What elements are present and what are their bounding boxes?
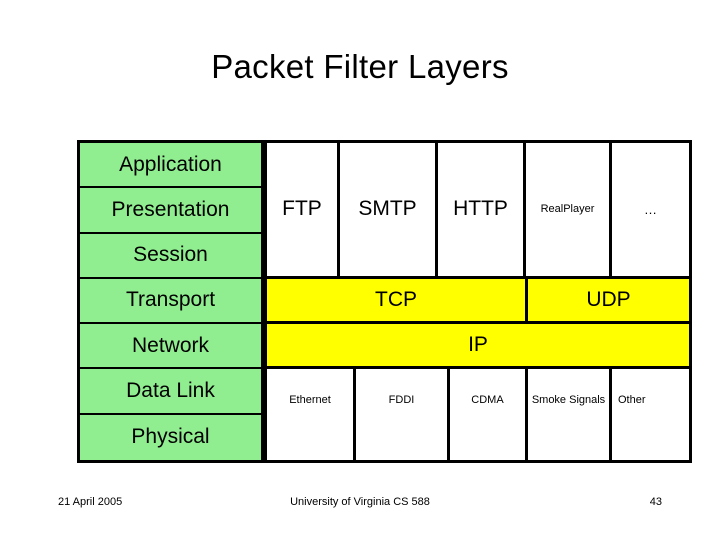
protocol-band-network: IP xyxy=(267,324,689,370)
osi-layer-transport: Transport xyxy=(80,278,261,325)
protocol-label: IP xyxy=(468,333,488,357)
osi-layer-label: Transport xyxy=(125,288,216,312)
protocol-label: Other xyxy=(618,394,646,407)
protocol-label: TCP xyxy=(375,288,417,312)
osi-layer-network: Network xyxy=(80,324,261,370)
protocol-band-application: FTP SMTP HTTP RealPlayer … xyxy=(267,143,689,279)
protocol-cell-udp: UDP xyxy=(528,278,689,322)
protocol-cell-other: Other xyxy=(612,369,689,460)
osi-layer-label: Network xyxy=(131,333,210,357)
slide-footer: 21 April 2005 University of Virginia CS … xyxy=(0,496,720,516)
osi-layer-data-link: Data Link xyxy=(80,369,261,415)
protocol-label: … xyxy=(644,201,657,217)
osi-layer-label: Session xyxy=(133,243,208,267)
protocol-cell-fddi: FDDI xyxy=(356,369,450,460)
osi-layer-application: Application xyxy=(80,143,261,189)
protocol-label: FDDI xyxy=(388,394,415,407)
protocol-label: FTP xyxy=(282,197,322,221)
protocol-label: RealPlayer xyxy=(540,203,595,216)
footer-page-number: 43 xyxy=(649,496,662,508)
protocol-cell-ellipsis: … xyxy=(612,143,689,276)
osi-layer-label: Presentation xyxy=(111,197,230,221)
protocol-cell-smoke-signals: Smoke Signals xyxy=(528,369,612,460)
osi-layer-presentation: Presentation xyxy=(80,188,261,234)
protocol-label: UDP xyxy=(586,288,631,312)
packet-filter-layers-diagram: Application Presentation Session Transpo… xyxy=(77,140,692,463)
protocol-cell-smtp: SMTP xyxy=(340,143,438,276)
protocol-cell-ethernet: Ethernet xyxy=(267,369,356,460)
protocol-label: Smoke Signals xyxy=(531,394,606,407)
protocol-cell-ip: IP xyxy=(267,324,689,367)
protocol-cell-http: HTTP xyxy=(438,143,526,276)
protocol-label: Ethernet xyxy=(289,394,331,407)
protocol-label: SMTP xyxy=(358,197,417,221)
protocol-label: HTTP xyxy=(453,197,508,221)
footer-course-name: University of Virginia CS 588 xyxy=(290,496,430,508)
page-title: Packet Filter Layers xyxy=(211,48,509,85)
osi-layer-session: Session xyxy=(80,233,261,279)
protocol-band-transport: TCP UDP xyxy=(267,278,689,325)
osi-layer-label: Application xyxy=(119,152,222,176)
osi-layer-label: Physical xyxy=(131,425,210,449)
protocol-cell-ftp: FTP xyxy=(267,143,340,276)
protocol-cell-realplayer: RealPlayer xyxy=(526,143,612,276)
protocol-cell-tcp: TCP xyxy=(267,278,528,322)
protocol-band-link: Ethernet FDDI CDMA Smoke Signals Other xyxy=(267,369,689,460)
protocol-table: FTP SMTP HTTP RealPlayer … TCP UDP IP Et… xyxy=(264,140,692,463)
osi-layer-physical: Physical xyxy=(80,414,261,460)
protocol-cell-cdma: CDMA xyxy=(450,369,528,460)
osi-layer-label: Data Link xyxy=(126,378,215,402)
protocol-label: CDMA xyxy=(471,394,504,407)
osi-layer-stack: Application Presentation Session Transpo… xyxy=(77,140,264,463)
